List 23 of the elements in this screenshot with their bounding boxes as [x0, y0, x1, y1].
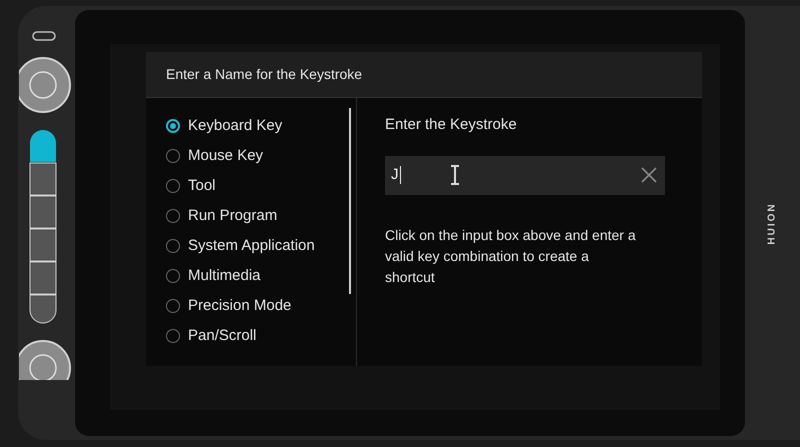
radio-option[interactable]: Pan/Scroll — [166, 321, 356, 351]
section-heading: Enter the Keystroke — [385, 115, 518, 135]
radio-option[interactable]: Mouse Key — [166, 141, 356, 171]
radio-option[interactable]: System Application — [166, 231, 356, 261]
radio-option[interactable]: Precision Mode — [166, 291, 356, 321]
clear-icon[interactable] — [641, 167, 657, 183]
radio-icon — [166, 329, 180, 343]
radio-icon — [166, 209, 180, 223]
text-cursor-icon — [448, 165, 460, 185]
radio-icon — [166, 299, 180, 313]
radio-option[interactable]: Tool — [166, 171, 356, 201]
brand-logo: HUION — [766, 202, 779, 244]
dialog-title: Enter a Name for the Keystroke — [166, 65, 362, 84]
radio-option[interactable]: Multimedia — [166, 261, 356, 291]
radio-icon — [166, 149, 180, 163]
keystroke-field[interactable]: J — [385, 156, 665, 194]
radio-option[interactable]: Keyboard Key — [166, 111, 356, 141]
radio-option[interactable]: Run Program — [166, 201, 356, 231]
radio-icon — [166, 239, 180, 253]
radio-selected-icon — [166, 119, 180, 133]
radio-icon — [166, 269, 180, 283]
radio-icon — [166, 179, 180, 193]
help-text: Click on the input box above and enter a valid key combination to create a shortcut — [385, 226, 637, 286]
